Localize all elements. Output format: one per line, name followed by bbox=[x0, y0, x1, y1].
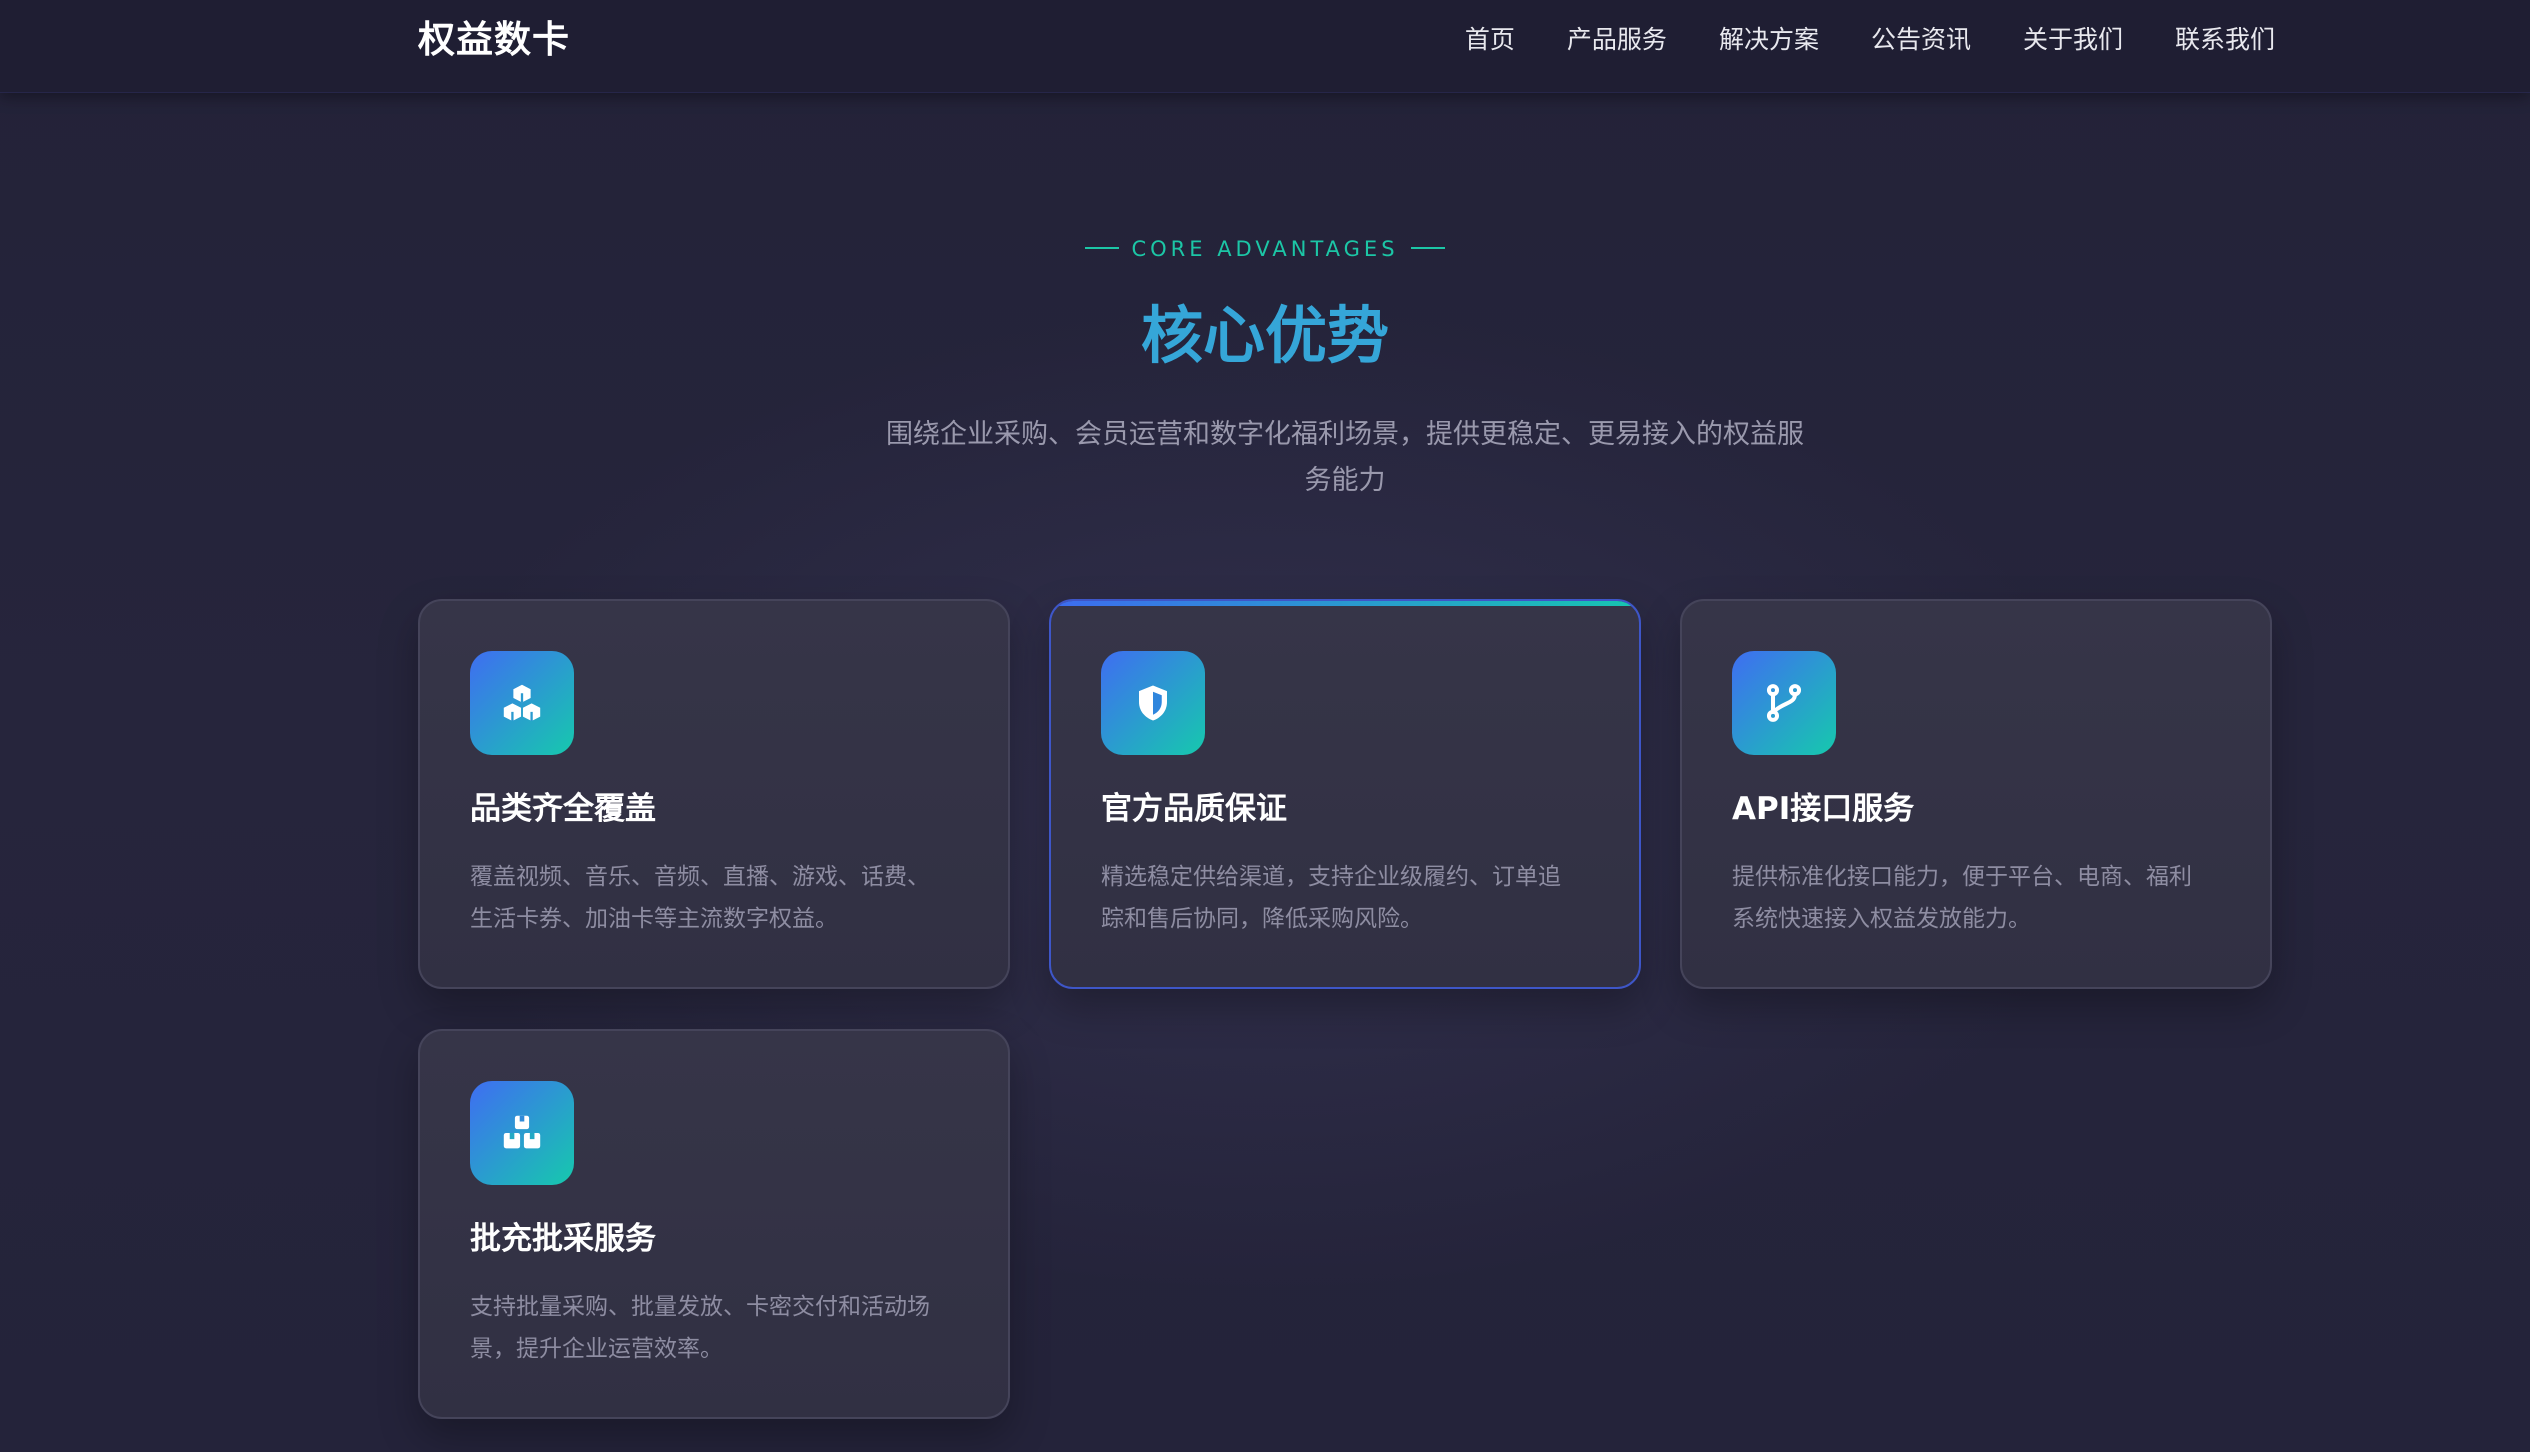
nav-item-contact[interactable]: 联系我们 bbox=[2175, 24, 2275, 56]
section-eyebrow: CORE ADVANTAGES bbox=[0, 235, 2530, 263]
card-desc-line-2: 景，提升企业运营效率。 bbox=[470, 1336, 723, 1362]
card-desc-line-2: 踪和售后协同，降低采购风险。 bbox=[1101, 906, 1423, 932]
nav-item-solutions[interactable]: 解决方案 bbox=[1719, 24, 1819, 56]
card-title: 官方品质保证 bbox=[1101, 791, 1287, 827]
subtitle-line-1: 围绕企业采购、会员运营和数字化福利场景，提供更稳定、更易接入的权益服 bbox=[886, 419, 1804, 450]
boxes-icon bbox=[503, 684, 541, 722]
site-logo[interactable]: 权益数卡 bbox=[418, 18, 570, 62]
nav-item-news[interactable]: 公告资讯 bbox=[1871, 24, 1971, 56]
batch-boxes-icon bbox=[503, 1115, 541, 1149]
card-desc-line-1: 提供标准化接口能力，便于平台、电商、福利 bbox=[1732, 864, 2192, 890]
card-desc-line-2: 系统快速接入权益发放能力。 bbox=[1732, 906, 2031, 932]
card-icon-box bbox=[1101, 651, 1205, 755]
card-icon-box bbox=[470, 1081, 574, 1185]
eyebrow-text: CORE ADVANTAGES bbox=[1131, 237, 1399, 261]
card-active-topbar bbox=[1051, 601, 1639, 606]
card-desc-line-2: 生活卡券、加油卡等主流数字权益。 bbox=[470, 906, 838, 932]
eyebrow-dash-right bbox=[1410, 247, 1445, 249]
section-title: 核心优势 bbox=[1140, 299, 1389, 372]
nav-item-about[interactable]: 关于我们 bbox=[2023, 24, 2123, 56]
card-description: 提供标准化接口能力，便于平台、电商、福利 系统快速接入权益发放能力。 bbox=[1732, 856, 2242, 940]
card-icon-box bbox=[1732, 651, 1836, 755]
card-icon-box bbox=[470, 651, 574, 755]
advantage-card-batch[interactable]: 批充批采服务 支持批量采购、批量发放、卡密交付和活动场 景，提升企业运营效率。 bbox=[418, 1029, 1010, 1419]
card-title: 品类齐全覆盖 bbox=[470, 791, 656, 827]
top-navbar: 权益数卡 首页 产品服务 解决方案 公告资讯 关于我们 联系我们 bbox=[0, 0, 2530, 93]
git-branch-icon bbox=[1766, 684, 1802, 722]
nav-item-products[interactable]: 产品服务 bbox=[1567, 24, 1667, 56]
nav-item-home[interactable]: 首页 bbox=[1465, 24, 1515, 56]
card-desc-line-1: 支持批量采购、批量发放、卡密交付和活动场 bbox=[470, 1294, 930, 1320]
advantage-card-api[interactable]: API接口服务 提供标准化接口能力，便于平台、电商、福利 系统快速接入权益发放能… bbox=[1680, 599, 2272, 989]
card-description: 支持批量采购、批量发放、卡密交付和活动场 景，提升企业运营效率。 bbox=[470, 1286, 980, 1370]
eyebrow-dash-left bbox=[1085, 247, 1120, 249]
card-description: 覆盖视频、音乐、音频、直播、游戏、话费、 生活卡券、加油卡等主流数字权益。 bbox=[470, 856, 980, 940]
card-title: API接口服务 bbox=[1732, 791, 1915, 827]
advantage-card-quality[interactable]: 官方品质保证 精选稳定供给渠道，支持企业级履约、订单追 踪和售后协同，降低采购风… bbox=[1049, 599, 1641, 989]
card-desc-line-1: 覆盖视频、音乐、音频、直播、游戏、话费、 bbox=[470, 864, 930, 890]
core-advantages-section: CORE ADVANTAGES 核心优势 围绕企业采购、会员运营和数字化福利场景… bbox=[0, 0, 2530, 1452]
card-description: 精选稳定供给渠道，支持企业级履约、订单追 踪和售后协同，降低采购风险。 bbox=[1101, 856, 1611, 940]
card-desc-line-1: 精选稳定供给渠道，支持企业级履约、订单追 bbox=[1101, 864, 1561, 890]
card-title: 批充批采服务 bbox=[470, 1221, 656, 1257]
main-nav: 首页 产品服务 解决方案 公告资讯 关于我们 联系我们 bbox=[1465, 24, 2275, 56]
subtitle-line-2: 务能力 bbox=[1304, 465, 1386, 496]
shield-icon bbox=[1139, 685, 1167, 721]
advantage-card-coverage[interactable]: 品类齐全覆盖 覆盖视频、音乐、音频、直播、游戏、话费、 生活卡券、加油卡等主流数… bbox=[418, 599, 1010, 989]
section-subtitle: 围绕企业采购、会员运营和数字化福利场景，提供更稳定、更易接入的权益服 务能力 bbox=[860, 412, 1830, 504]
